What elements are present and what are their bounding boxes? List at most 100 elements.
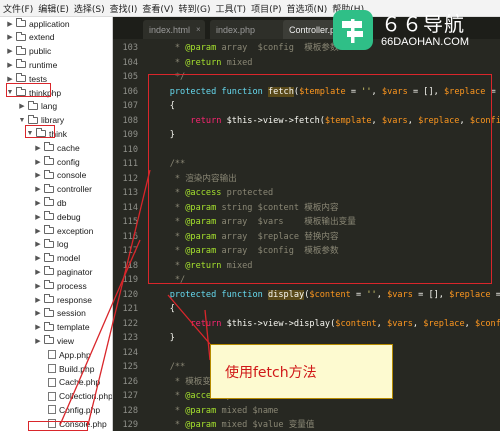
collapsed-arrow-icon[interactable]: ▶: [34, 337, 42, 345]
collapsed-arrow-icon[interactable]: ▶: [34, 282, 42, 290]
menu-item[interactable]: 编辑(E): [38, 2, 69, 15]
tree-folder[interactable]: ▶ log: [34, 238, 68, 251]
code-token: =: [350, 289, 367, 300]
tree-folder[interactable]: ▶ paginator: [34, 265, 92, 278]
code-token: ,: [376, 318, 388, 329]
tree-folder[interactable]: ▶ template: [34, 321, 90, 334]
line-number: 106: [122, 86, 138, 97]
tree-item-label: config: [57, 156, 80, 167]
collapsed-arrow-icon[interactable]: ▶: [18, 102, 26, 110]
menu-item[interactable]: 选择(S): [74, 2, 105, 15]
tree-folder[interactable]: ▶ application: [6, 17, 70, 30]
code-token: *: [149, 231, 186, 242]
tree-folder[interactable]: ▶ exception: [34, 224, 93, 237]
code-token: $vars: [387, 289, 413, 300]
tree-item-label: Config.php: [59, 404, 101, 415]
tree-folder[interactable]: ▼ think: [26, 127, 67, 140]
tab-label: index.html: [149, 24, 191, 35]
folder-icon: [44, 307, 54, 317]
tree-folder[interactable]: ▶ extend: [6, 31, 55, 44]
collapsed-arrow-icon[interactable]: ▶: [34, 199, 42, 207]
tree-file[interactable]: App.php: [36, 348, 91, 361]
editor-tab[interactable]: index.html ×: [143, 20, 205, 39]
tree-item-label: public: [29, 46, 52, 57]
collapsed-arrow-icon[interactable]: ▶: [34, 144, 42, 152]
collapsed-arrow-icon[interactable]: ▶: [34, 185, 42, 193]
tree-folder[interactable]: ▶ response: [34, 293, 92, 306]
tree-file[interactable]: Cache.php: [36, 376, 100, 389]
code-text: * @param array $vars 模板输出变量: [149, 215, 356, 230]
close-icon[interactable]: ×: [196, 25, 201, 34]
tree-folder[interactable]: ▶ db: [34, 196, 66, 209]
code-text: return $this->view->fetch($template, $va…: [149, 114, 500, 129]
tree-folder[interactable]: ▶ lang: [18, 100, 57, 113]
expanded-arrow-icon[interactable]: ▼: [18, 117, 26, 124]
code-line: 109 }: [113, 128, 500, 143]
menu-item[interactable]: 首选项(N): [287, 2, 328, 15]
line-number: 108: [122, 115, 138, 126]
tree-folder[interactable]: ▶ tests: [6, 72, 47, 85]
menu-item[interactable]: 查看(V): [142, 2, 173, 15]
tree-folder[interactable]: ▶ config: [34, 155, 80, 168]
tree-folder[interactable]: ▶ session: [34, 307, 86, 320]
menu-item[interactable]: 转到(G): [179, 2, 211, 15]
tree-file[interactable]: Collection.php: [36, 390, 112, 403]
code-token: $content: [309, 289, 351, 300]
tree-file[interactable]: Config.php: [36, 403, 100, 416]
collapsed-arrow-icon[interactable]: ▶: [34, 227, 42, 235]
tree-folder[interactable]: ▶ view: [34, 334, 74, 347]
collapsed-arrow-icon[interactable]: ▶: [34, 309, 42, 317]
code-token: * 渲染内容输出: [149, 173, 237, 184]
collapsed-arrow-icon[interactable]: ▶: [6, 75, 14, 83]
line-number: 112: [122, 173, 138, 184]
code-line: 121 {: [113, 302, 500, 317]
tree-folder[interactable]: ▶ debug: [34, 210, 81, 223]
menu-item[interactable]: 查找(I): [110, 2, 138, 15]
menu-item[interactable]: 文件(F): [3, 2, 33, 15]
collapsed-arrow-icon[interactable]: ▶: [6, 61, 14, 69]
tree-folder[interactable]: ▶ cache: [34, 141, 80, 154]
expanded-arrow-icon[interactable]: ▼: [26, 130, 34, 137]
tree-folder[interactable]: ▶ controller: [34, 183, 92, 196]
line-number: 107: [122, 101, 138, 111]
collapsed-arrow-icon[interactable]: ▶: [34, 268, 42, 276]
expanded-arrow-icon[interactable]: ▼: [6, 89, 14, 96]
menu-item[interactable]: 项目(P): [251, 2, 281, 15]
code-line: 107 {: [113, 99, 500, 114]
code-token: {: [149, 304, 175, 314]
tree-file[interactable]: Console.php: [36, 417, 107, 430]
tree-folder[interactable]: ▼ thinkphp: [6, 86, 61, 99]
folder-icon: [16, 18, 26, 27]
tree-folder[interactable]: ▼ library: [18, 114, 64, 127]
collapsed-arrow-icon[interactable]: ▶: [34, 240, 42, 248]
tree-folder[interactable]: ▶ process: [34, 279, 87, 292]
code-token: @param: [185, 231, 217, 242]
code-token: = [],: [490, 86, 496, 97]
collapsed-arrow-icon[interactable]: ▶: [34, 323, 42, 331]
collapsed-arrow-icon[interactable]: ▶: [6, 20, 14, 28]
tree-item-label: tests: [29, 73, 47, 84]
tree-folder[interactable]: ▶ model: [34, 252, 80, 265]
code-token: $vars: [381, 86, 408, 97]
code-token: = [],: [407, 86, 444, 97]
collapsed-arrow-icon[interactable]: ▶: [6, 33, 14, 41]
collapsed-arrow-icon[interactable]: ▶: [34, 296, 42, 304]
collapsed-arrow-icon[interactable]: ▶: [34, 171, 42, 179]
collapsed-arrow-icon[interactable]: ▶: [34, 254, 42, 262]
tree-file[interactable]: Build.php: [36, 362, 94, 375]
code-token: ,: [464, 318, 476, 329]
tree-folder[interactable]: ▶ console: [34, 169, 86, 182]
code-token: $replace: [449, 289, 491, 300]
folder-icon: [44, 280, 54, 290]
code-token: $config: [469, 115, 500, 126]
code-text: * @return mixed: [149, 259, 253, 274]
menu-item[interactable]: 工具(T): [216, 2, 247, 15]
tree-item-label: template: [57, 322, 90, 333]
collapsed-arrow-icon[interactable]: ▶: [6, 47, 14, 55]
tree-item-label: paginator: [57, 266, 93, 277]
tree-folder[interactable]: ▶ public: [6, 45, 51, 58]
line-number: 111: [122, 159, 138, 169]
collapsed-arrow-icon[interactable]: ▶: [34, 213, 42, 221]
tree-folder[interactable]: ▶ runtime: [6, 58, 57, 71]
collapsed-arrow-icon[interactable]: ▶: [34, 158, 42, 166]
